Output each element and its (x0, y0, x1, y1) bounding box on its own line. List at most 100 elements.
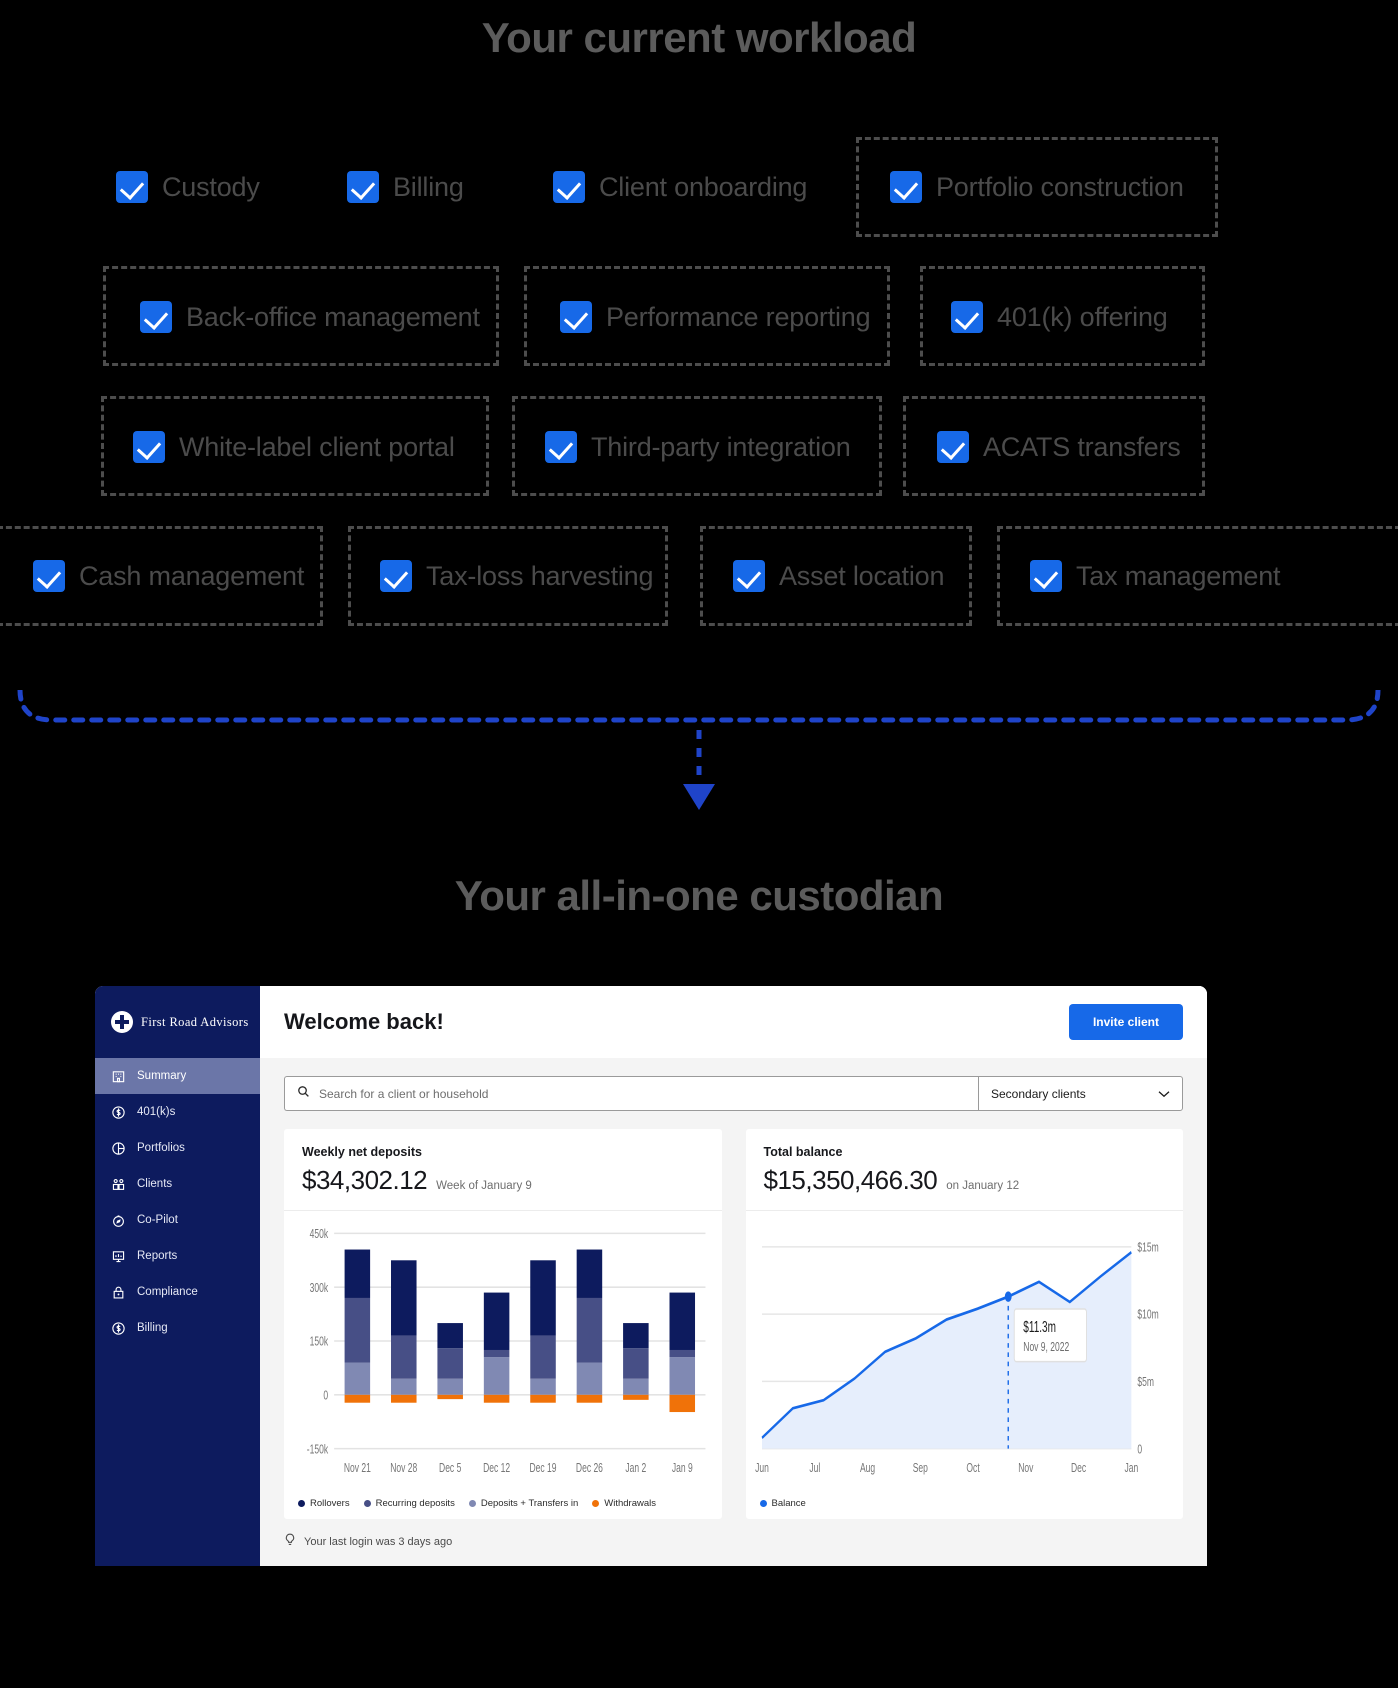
checkbox-icon[interactable] (890, 171, 922, 203)
svg-text:Nov 21: Nov 21 (344, 1461, 371, 1475)
sidebar-item-label: Summary (137, 1070, 187, 1082)
legend-label: Balance (771, 1498, 806, 1509)
bar-chart-svg: 450k 300k 150k 0 -150k Nov 21 Nov 28 Dec 5 Dec 1… (307, 1227, 706, 1475)
svg-text:$5m: $5m (1137, 1375, 1154, 1389)
checkbox-icon[interactable] (1030, 560, 1062, 592)
search-input[interactable]: Search for a client or household (284, 1076, 978, 1111)
svg-text:0: 0 (323, 1389, 328, 1403)
sidebar-item-portfolios[interactable]: Portfolios (95, 1130, 260, 1166)
workload-chip-white-label-client-portal[interactable]: White-label client portal (133, 431, 455, 463)
svg-text:450k: 450k (310, 1227, 329, 1241)
card-value: $15,350,466.30 (763, 1165, 938, 1195)
legend-label: Withdrawals (604, 1498, 656, 1509)
workload-chip-third-party-integration[interactable]: Third-party integration (545, 431, 851, 463)
checkbox-icon[interactable] (380, 560, 412, 592)
sidebar-item-summary[interactable]: Summary (95, 1058, 260, 1094)
svg-text:$10m: $10m (1137, 1308, 1158, 1322)
area-chart-legend: Balance (746, 1498, 1184, 1519)
legend-item: Withdrawals (592, 1498, 656, 1509)
sidebar-item-co-pilot[interactable]: Co-Pilot (95, 1202, 260, 1238)
workload-chip-performance-reporting[interactable]: Performance reporting (560, 301, 871, 333)
svg-text:Jul: Jul (809, 1461, 820, 1475)
svg-text:Sep: Sep (912, 1461, 927, 1475)
workload-chip-back-office-management[interactable]: Back-office management (140, 301, 480, 333)
workload-chip-acats-transfers[interactable]: ACATS transfers (937, 431, 1181, 463)
checkbox-icon[interactable] (553, 171, 585, 203)
workload-chip-label: Portfolio construction (936, 171, 1184, 202)
svg-text:150k: 150k (310, 1335, 329, 1349)
bar-chart-legend: Rollovers Recurring deposits Deposits + … (284, 1498, 722, 1519)
checkbox-icon[interactable] (347, 171, 379, 203)
workload-chip-cash-management[interactable]: Cash management (33, 560, 304, 592)
last-login-note: Your last login was 3 days ago (260, 1519, 1207, 1566)
sidebar-item-clients[interactable]: Clients (95, 1166, 260, 1202)
legend-color-swatch (363, 1500, 371, 1507)
invite-client-button[interactable]: Invite client (1068, 1004, 1183, 1040)
page-root: Your current workload Custody Billing Cl… (0, 0, 1398, 1688)
sidebar-item-billing[interactable]: Billing (95, 1310, 260, 1346)
workload-chip-tax-management[interactable]: Tax management (1030, 560, 1281, 592)
checkbox-icon[interactable] (545, 431, 577, 463)
page-title-workload: Your current workload (481, 14, 917, 61)
card-title: Weekly net deposits (302, 1145, 422, 1159)
people-icon (111, 1177, 126, 1192)
sidebar-item-label: 401(k)s (137, 1106, 176, 1118)
workload-chip-custody[interactable]: Custody (116, 171, 260, 203)
svg-text:Dec 19: Dec 19 (530, 1461, 557, 1475)
workload-chip-label: Tax-loss harvesting (426, 560, 654, 591)
sidebar-item-label: Billing (137, 1322, 168, 1334)
checkbox-icon[interactable] (133, 431, 165, 463)
brand-logo: First Road Advisors (95, 986, 260, 1058)
card-value: $34,302.12 (302, 1165, 428, 1195)
pie-chart-icon (111, 1141, 126, 1156)
sidebar-item-label: Portfolios (137, 1142, 185, 1154)
workload-chip-tax-loss-harvesting[interactable]: Tax-loss harvesting (380, 560, 653, 592)
checkbox-icon[interactable] (733, 560, 765, 592)
area-chart: $15m $10m $5m 0 Jun Jul Aug Sep Oct Nov Dec Jan $11.… (746, 1211, 1184, 1498)
funnel-arrow (17, 690, 1381, 810)
card-title: Total balance (763, 1145, 843, 1159)
legend-item: Deposits + Transfers in (468, 1498, 578, 1509)
svg-text:Dec: Dec (1071, 1461, 1087, 1475)
checkbox-icon[interactable] (560, 301, 592, 333)
workload-chip-label: Asset location (779, 560, 945, 591)
legend-color-swatch (759, 1500, 767, 1507)
search-placeholder: Search for a client or household (319, 1086, 489, 1101)
workload-chip-label: Cash management (79, 560, 305, 591)
svg-text:Jan 2: Jan 2 (625, 1461, 646, 1475)
checkbox-icon[interactable] (140, 301, 172, 333)
svg-text:Dec 5: Dec 5 (439, 1461, 461, 1475)
welcome-heading: Welcome back! (284, 1009, 444, 1034)
checkbox-icon[interactable] (116, 171, 148, 203)
legend-color-swatch (298, 1500, 305, 1507)
bar-chart: 450k 300k 150k 0 -150k Nov 21 Nov 28 Dec 5 Dec 1… (284, 1211, 722, 1498)
legend-color-swatch (468, 1500, 476, 1507)
workload-chip-label: Tax management (1076, 560, 1281, 591)
sidebar-item-label: Co-Pilot (137, 1214, 178, 1226)
workload-chip-client-onboarding[interactable]: Client onboarding (553, 171, 807, 203)
svg-text:$11.3m: $11.3m (1023, 1318, 1056, 1336)
sidebar-item-401ks[interactable]: 401(k)s (95, 1094, 260, 1130)
lock-icon (111, 1285, 126, 1300)
main-content: Welcome back! Invite client Search for a… (260, 986, 1207, 1566)
checkbox-icon[interactable] (937, 431, 969, 463)
workload-chip-asset-location[interactable]: Asset location (733, 560, 944, 592)
svg-text:-150k: -150k (307, 1443, 329, 1457)
svg-text:Oct: Oct (966, 1461, 979, 1475)
client-filter-value: Secondary clients (991, 1086, 1086, 1101)
svg-text:Nov: Nov (1018, 1461, 1034, 1475)
svg-text:$15m: $15m (1137, 1241, 1158, 1255)
client-filter-select[interactable]: Secondary clients (978, 1076, 1183, 1111)
workload-chip-label: Third-party integration (591, 431, 851, 462)
checkbox-icon[interactable] (951, 301, 983, 333)
workload-chip-billing[interactable]: Billing (347, 171, 464, 203)
search-icon (297, 1085, 310, 1103)
sidebar-item-reports[interactable]: Reports (95, 1238, 260, 1274)
workload-chip-label: Custody (162, 171, 260, 202)
checkbox-icon[interactable] (33, 560, 65, 592)
card-header: Total balance $15,350,466.30 on January … (745, 1129, 1183, 1211)
card-subtitle: on January 12 (946, 1180, 1020, 1192)
workload-chip-portfolio-construction[interactable]: Portfolio construction (890, 171, 1184, 203)
workload-chip-401k-offering[interactable]: 401(k) offering (951, 301, 1168, 333)
sidebar-item-compliance[interactable]: Compliance (95, 1274, 260, 1310)
